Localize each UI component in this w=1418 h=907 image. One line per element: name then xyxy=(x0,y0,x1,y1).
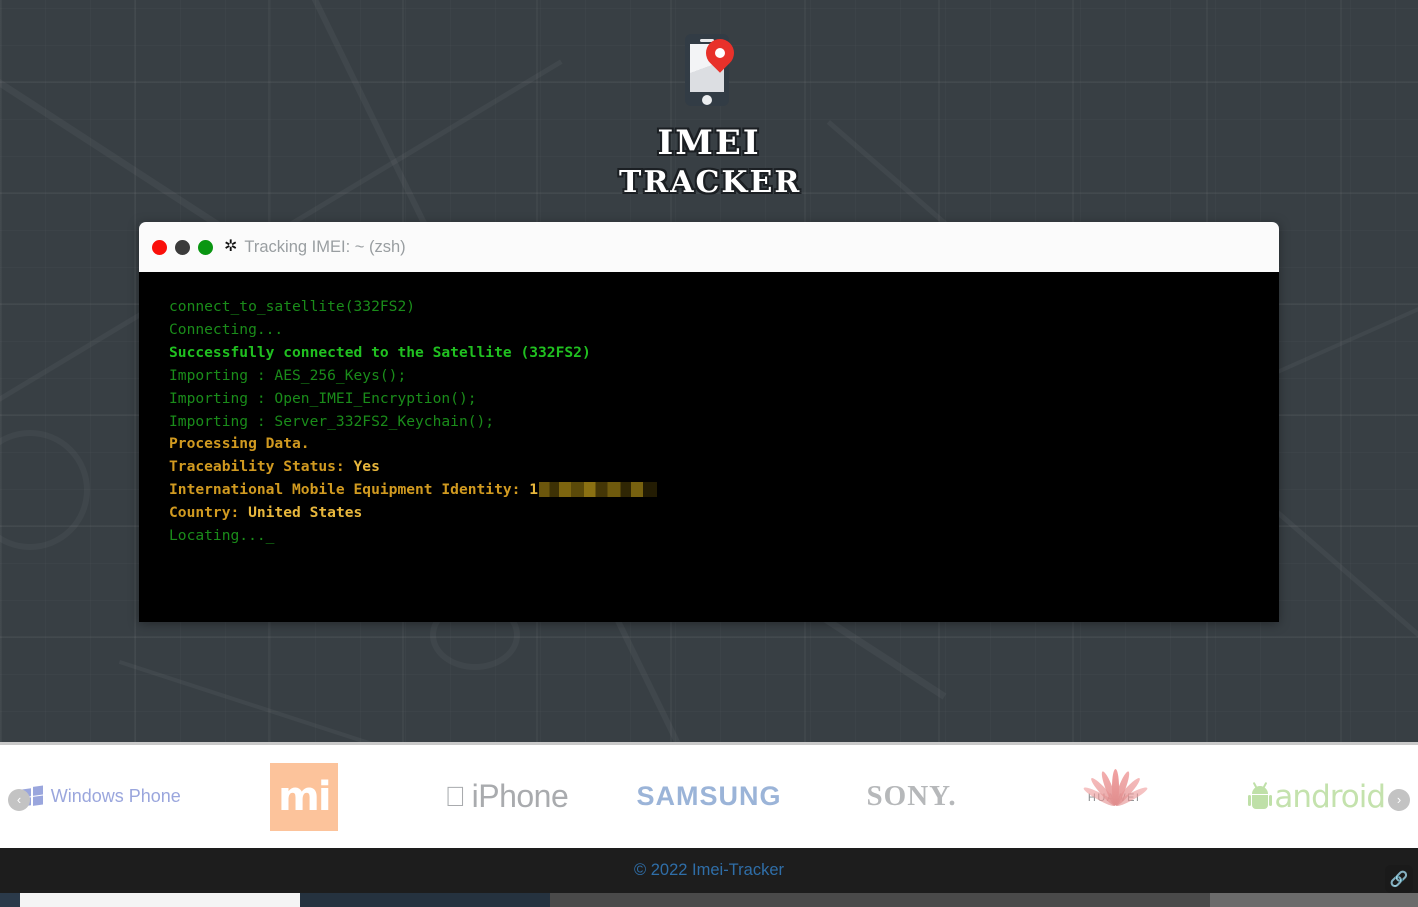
brand-slide-xiaomi[interactable]: mi xyxy=(203,745,406,848)
copyright-link[interactable]: © 2022 Imei-Tracker xyxy=(634,861,784,880)
brand-carousel: ‹ › Windows Phone mi  iPhone SAMSUNG SO… xyxy=(0,742,1418,848)
phone-home-button-shape xyxy=(702,95,712,105)
taskbar-segment xyxy=(20,893,300,907)
logo-text-secondary: TRACKER xyxy=(619,165,802,200)
taskbar-segment xyxy=(550,893,1210,907)
brand-slide-huawei[interactable]: HUAWEI xyxy=(1013,745,1216,848)
brand-label-iphone: iPhone xyxy=(461,778,569,814)
carousel-next-button[interactable]: › xyxy=(1388,789,1410,811)
taskbar-segment xyxy=(0,893,20,907)
chain-link-button[interactable]: 🔗 xyxy=(1385,865,1413,893)
terminal-line: International Mobile Equipment Identity:… xyxy=(169,479,1279,502)
os-taskbar xyxy=(0,893,1418,907)
sony-wordmark-icon: SONY. xyxy=(866,780,957,812)
brand-slide-sony[interactable]: SONY. xyxy=(810,745,1013,848)
terminal-window: ✲ Tracking IMEI: ~ (zsh) connect_to_sate… xyxy=(139,222,1279,622)
maximize-button[interactable] xyxy=(198,239,213,255)
terminal-line: Importing : AES_256_Keys(); xyxy=(169,366,407,384)
terminal-line-label: International Mobile Equipment Identity: xyxy=(169,481,530,499)
terminal-line: connect_to_satellite(332FS2) xyxy=(169,298,416,315)
terminal-line: Successfully connected to the Satellite … xyxy=(169,343,591,361)
brand-label-windows-phone: Windows Phone xyxy=(50,786,181,806)
terminal-line: Connecting... xyxy=(169,320,284,338)
phone-with-map-pin-icon xyxy=(685,33,740,106)
minimize-button[interactable] xyxy=(175,239,190,255)
logo-text-primary: IMEI xyxy=(657,123,761,163)
brand-logo[interactable]: IMEI TRACKER xyxy=(619,33,802,200)
brand-slide-windows-phone[interactable]: Windows Phone xyxy=(0,745,203,848)
chain-link-icon: 🔗 xyxy=(1389,870,1409,888)
taskbar-segment xyxy=(1210,893,1418,907)
apple-brand-row:  iPhone xyxy=(445,778,569,815)
gear-icon[interactable]: ✲ xyxy=(224,239,237,255)
redacted-imei xyxy=(539,482,658,498)
terminal-line: Traceability Status: Yes xyxy=(169,456,1279,479)
samsung-wordmark-icon: SAMSUNG xyxy=(636,781,782,811)
brand-slide-iphone[interactable]:  iPhone xyxy=(405,745,608,848)
android-robot-icon xyxy=(1248,781,1273,810)
apple-logo-icon:  xyxy=(445,782,466,811)
site-header: IMEI TRACKER xyxy=(0,0,1418,210)
carousel-prev-button[interactable]: ‹ xyxy=(8,789,30,811)
map-roundabout xyxy=(0,430,90,550)
brand-slide-samsung[interactable]: SAMSUNG xyxy=(608,745,811,848)
terminal-output[interactable]: connect_to_satellite(332FS2) Connecting..… xyxy=(139,272,1279,622)
terminal-title: Tracking IMEI: ~ (zsh) xyxy=(244,237,406,256)
terminal-line: Importing : Open_IMEI_Encryption(); xyxy=(169,389,477,407)
terminal-titlebar[interactable]: ✲ Tracking IMEI: ~ (zsh) xyxy=(139,222,1279,272)
android-brand-row: android xyxy=(1248,778,1386,815)
xiaomi-logo-icon: mi xyxy=(269,762,338,831)
terminal-line: Importing : Server_332FS2_Keychain(); xyxy=(169,412,495,430)
huawei-brand-wrap: HUAWEI xyxy=(1081,768,1149,808)
terminal-line: Locating..._ xyxy=(169,527,275,545)
taskbar-segment xyxy=(300,893,550,907)
terminal-line: Processing Data. xyxy=(169,435,310,453)
brand-track: Windows Phone mi  iPhone SAMSUNG SONY. … xyxy=(0,745,1418,848)
terminal-line: Country: United States xyxy=(169,502,1279,525)
terminal-line-value: Yes xyxy=(353,458,380,476)
terminal-line-value: United States xyxy=(248,504,363,522)
close-button[interactable] xyxy=(152,239,167,255)
terminal-line-value: 1 xyxy=(529,481,539,499)
terminal-line-label: Traceability Status: xyxy=(169,458,354,476)
brand-label-android: android xyxy=(1274,778,1386,815)
terminal-line-label: Country: xyxy=(169,504,249,522)
brand-label-xiaomi: mi xyxy=(278,773,331,820)
site-footer: © 2022 Imei-Tracker xyxy=(0,848,1418,893)
